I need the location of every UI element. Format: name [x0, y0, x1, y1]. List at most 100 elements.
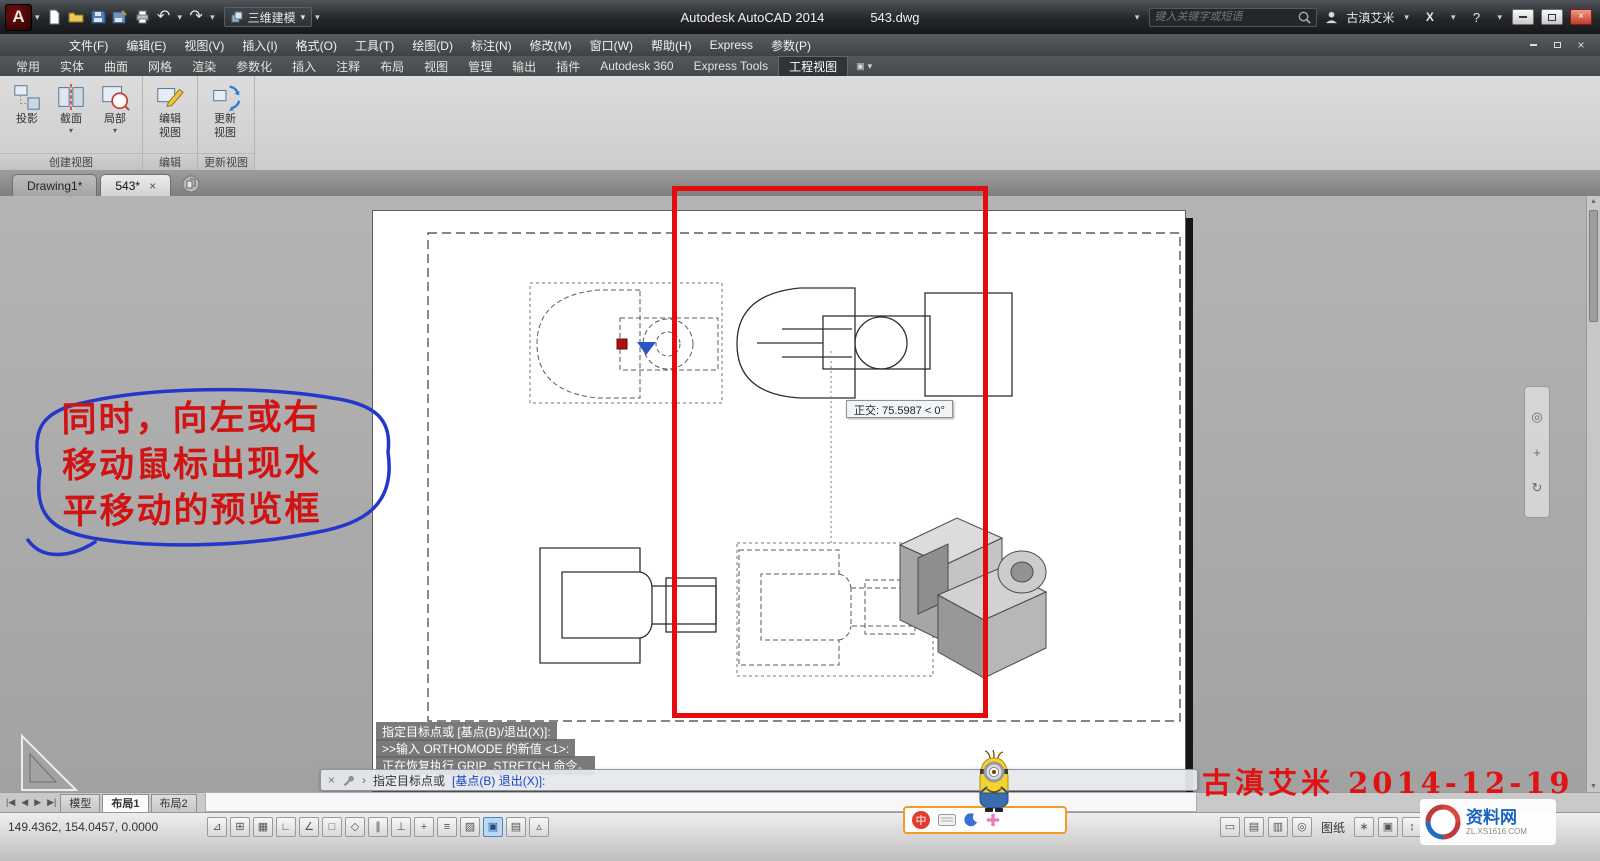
panel-label-edit[interactable]: 编辑: [143, 153, 197, 170]
orbit-icon[interactable]: ↻: [1532, 481, 1543, 494]
file-tab-close-icon[interactable]: ×: [149, 180, 156, 192]
menu-insert[interactable]: 插入(I): [233, 34, 286, 56]
ribbon-tab-layout[interactable]: 布局: [370, 56, 414, 76]
infocenter-caret-icon[interactable]: ▾: [1132, 12, 1143, 22]
ribbon-display-icon[interactable]: ▣: [856, 61, 865, 71]
projection-view-solid[interactable]: [736, 287, 931, 399]
menu-view[interactable]: 视图(V): [175, 34, 233, 56]
snap-mode-icon[interactable]: ⊞: [230, 817, 250, 837]
fork-view-solid[interactable]: [539, 547, 717, 664]
command-close-icon[interactable]: ×: [328, 774, 335, 786]
edit-view-button[interactable]: 编辑 视图: [150, 80, 190, 140]
wrench-icon[interactable]: [342, 774, 355, 787]
moon-icon[interactable]: [964, 813, 978, 827]
dynamic-input-icon[interactable]: +: [414, 817, 434, 837]
undo-caret-icon[interactable]: ▾: [175, 12, 186, 22]
tab-next-icon[interactable]: ▶: [32, 798, 43, 807]
steering-wheel-icon[interactable]: ◎: [1531, 410, 1542, 423]
redo-button[interactable]: ↷: [185, 6, 207, 28]
base-view-button[interactable]: 投影: [7, 80, 47, 126]
ribbon-tab-solid[interactable]: 实体: [50, 56, 94, 76]
ribbon-tab-express-tools[interactable]: Express Tools: [684, 56, 778, 76]
toolbar-lock-icon[interactable]: ▣: [1378, 817, 1398, 837]
object-snap-tracking-icon[interactable]: ∥: [368, 817, 388, 837]
workspace-switching-icon[interactable]: ∗: [1354, 817, 1374, 837]
panel-label-create-view[interactable]: 创建视图: [0, 153, 142, 170]
tab-prev-icon[interactable]: ◀: [19, 798, 30, 807]
dynamic-ucs-icon[interactable]: ⊥: [391, 817, 411, 837]
tab-first-icon[interactable]: |◀: [4, 798, 17, 807]
search-input[interactable]: [1154, 11, 1298, 23]
layout2-tab[interactable]: 布局2: [150, 793, 197, 812]
help-caret-icon[interactable]: ▾: [1494, 12, 1505, 22]
lineweight-icon[interactable]: ≡: [437, 817, 457, 837]
clean-screen-icon[interactable]: ↕: [1402, 817, 1422, 837]
ribbon-tab-view[interactable]: 视图: [414, 56, 458, 76]
menu-draw[interactable]: 绘图(D): [403, 34, 462, 56]
annotation-monitor-icon[interactable]: ▵: [529, 817, 549, 837]
workspace-dropdown[interactable]: 三维建模 ▾: [223, 7, 313, 27]
ribbon-tab-mesh[interactable]: 网格: [138, 56, 182, 76]
paper-model-toggle-label[interactable]: 图纸: [1316, 819, 1350, 836]
section-caret-icon[interactable]: ▾: [69, 127, 73, 135]
model-tab[interactable]: 模型: [60, 793, 101, 812]
undo-button[interactable]: ↶: [153, 6, 175, 28]
transparency-icon[interactable]: ▨: [460, 817, 480, 837]
mdi-close-button[interactable]: ×: [1572, 38, 1590, 52]
selection-cycling-icon[interactable]: ▤: [506, 817, 526, 837]
file-tab-drawing1[interactable]: Drawing1*: [12, 174, 98, 196]
menu-modify[interactable]: 修改(M): [521, 34, 581, 56]
menu-parametric[interactable]: 参数(P): [762, 34, 820, 56]
side-view[interactable]: [924, 292, 1013, 397]
save-button[interactable]: [87, 6, 109, 28]
command-line[interactable]: × › 指定目标点或 [基点(B) 退出(X)]:: [320, 769, 1198, 791]
help-button[interactable]: ?: [1465, 6, 1487, 28]
menu-tools[interactable]: 工具(T): [346, 34, 403, 56]
new-tab-button[interactable]: [180, 173, 202, 195]
ribbon-tab-manage[interactable]: 管理: [458, 56, 502, 76]
quick-view-layouts-icon[interactable]: ▤: [1243, 817, 1264, 837]
new-drawing-button[interactable]: [43, 6, 65, 28]
update-view-button[interactable]: 更新 视图: [205, 80, 245, 140]
infer-constraints-icon[interactable]: ⊿: [207, 817, 227, 837]
scrollbar-thumb[interactable]: [1589, 210, 1598, 322]
ime-language-badge[interactable]: 中: [912, 811, 930, 829]
plot-button[interactable]: [131, 6, 153, 28]
menu-express[interactable]: Express: [701, 34, 762, 56]
app-menu-caret-icon[interactable]: ▾: [32, 12, 43, 22]
mdi-minimize-button[interactable]: [1524, 38, 1542, 52]
qat-overflow-caret-icon[interactable]: ▾: [312, 12, 323, 22]
menu-window[interactable]: 窗口(W): [581, 34, 642, 56]
exchange-caret-icon[interactable]: ▾: [1448, 12, 1459, 22]
ribbon-display-caret-icon[interactable]: ▾: [868, 61, 873, 71]
ortho-mode-icon[interactable]: ∟: [276, 817, 296, 837]
grip-point[interactable]: [616, 338, 628, 350]
grid-display-icon[interactable]: ▦: [253, 817, 273, 837]
menu-help[interactable]: 帮助(H): [642, 34, 701, 56]
menu-format[interactable]: 格式(O): [287, 34, 346, 56]
menu-file[interactable]: 文件(F): [60, 34, 117, 56]
vertical-scrollbar[interactable]: ▲ ▼: [1586, 196, 1600, 792]
menu-dimension[interactable]: 标注(N): [462, 34, 521, 56]
window-minimize-button[interactable]: [1512, 9, 1534, 25]
ribbon-tab-surface[interactable]: 曲面: [94, 56, 138, 76]
ribbon-tab-plugins[interactable]: 插件: [546, 56, 590, 76]
signed-in-user-label[interactable]: 古滇艾米: [1346, 9, 1394, 26]
open-button[interactable]: [65, 6, 87, 28]
ribbon-tab-output[interactable]: 输出: [502, 56, 546, 76]
iso-3d-view[interactable]: [898, 517, 1048, 679]
ribbon-tab-home[interactable]: 常用: [6, 56, 50, 76]
keyboard-icon[interactable]: [938, 814, 956, 826]
autocad-logo-icon[interactable]: A: [5, 3, 32, 31]
ribbon-tab-drawing-views[interactable]: 工程视图: [778, 56, 849, 76]
detail-caret-icon[interactable]: ▾: [113, 127, 117, 135]
ribbon-tab-render[interactable]: 渲染: [182, 56, 226, 76]
3d-object-snap-icon[interactable]: ◇: [345, 817, 365, 837]
quick-view-drawings-icon[interactable]: ▥: [1267, 817, 1288, 837]
user-icon[interactable]: [1324, 10, 1339, 25]
ribbon-tab-annotate[interactable]: 注释: [326, 56, 370, 76]
detail-view-button[interactable]: 局部 ▾: [95, 80, 135, 135]
command-prompt-options[interactable]: [基点(B) 退出(X)]:: [452, 772, 545, 789]
window-restore-button[interactable]: [1541, 9, 1563, 25]
settings-flower-icon[interactable]: [986, 813, 1000, 827]
